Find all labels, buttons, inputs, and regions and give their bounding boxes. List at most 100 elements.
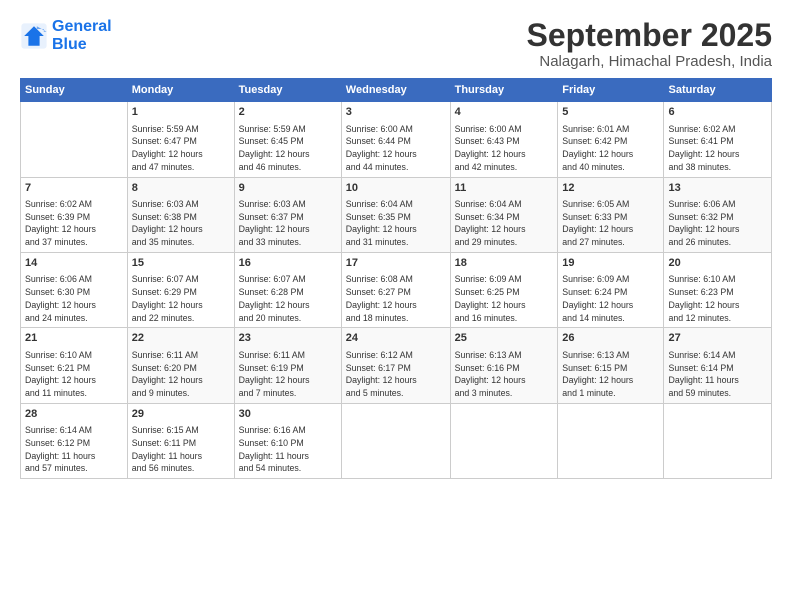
col-header-tuesday: Tuesday: [234, 79, 341, 102]
day-info: Sunrise: 6:06 AM Sunset: 6:32 PM Dayligh…: [668, 198, 767, 249]
calendar-cell: 29Sunrise: 6:15 AM Sunset: 6:11 PM Dayli…: [127, 403, 234, 478]
calendar-cell: 25 Sunrise: 6:13 AM Sunset: 6:16 PM Dayli…: [450, 328, 558, 403]
header-row: SundayMondayTuesdayWednesdayThursdayFrid…: [21, 79, 772, 102]
week-row-3: 14 Sunrise: 6:06 AM Sunset: 6:30 PM Dayli…: [21, 252, 772, 327]
calendar-cell: [341, 403, 450, 478]
day-number: 12: [562, 181, 659, 196]
day-number: 14: [25, 256, 123, 271]
day-number: 25: [455, 331, 554, 346]
calendar-cell: 30 Sunrise: 6:16 AM Sunset: 6:10 PM Dayli…: [234, 403, 341, 478]
calendar-cell: 7 Sunrise: 6:02 AM Sunset: 6:39 PM Daylig…: [21, 177, 128, 252]
calendar-cell: 19 Sunrise: 6:09 AM Sunset: 6:24 PM Dayli…: [558, 252, 664, 327]
page: General Blue September 2025 Nalagarh, Hi…: [0, 0, 792, 612]
calendar-cell: 4 Sunrise: 6:00 AM Sunset: 6:43 PM Daylig…: [450, 102, 558, 177]
day-info: Sunrise: 6:02 AM Sunset: 6:39 PM Dayligh…: [25, 198, 123, 249]
calendar-cell: 15Sunrise: 6:07 AM Sunset: 6:29 PM Dayli…: [127, 252, 234, 327]
calendar-cell: 28 Sunrise: 6:14 AM Sunset: 6:12 PM Dayli…: [21, 403, 128, 478]
day-info: Sunrise: 5:59 AM Sunset: 6:45 PM Dayligh…: [239, 123, 337, 174]
day-number: 6: [668, 105, 767, 120]
calendar-cell: 5 Sunrise: 6:01 AM Sunset: 6:42 PM Daylig…: [558, 102, 664, 177]
day-info: Sunrise: 6:00 AM Sunset: 6:43 PM Dayligh…: [455, 123, 554, 174]
calendar-cell: 8 Sunrise: 6:03 AM Sunset: 6:38 PM Daylig…: [127, 177, 234, 252]
calendar-cell: 3 Sunrise: 6:00 AM Sunset: 6:44 PM Daylig…: [341, 102, 450, 177]
calendar-cell: 13Sunrise: 6:06 AM Sunset: 6:32 PM Dayli…: [664, 177, 772, 252]
calendar-cell: 17 Sunrise: 6:08 AM Sunset: 6:27 PM Dayli…: [341, 252, 450, 327]
logo-icon: [20, 22, 48, 50]
calendar-cell: 6 Sunrise: 6:02 AM Sunset: 6:41 PM Daylig…: [664, 102, 772, 177]
calendar-cell: 12 Sunrise: 6:05 AM Sunset: 6:33 PM Dayli…: [558, 177, 664, 252]
col-header-sunday: Sunday: [21, 79, 128, 102]
day-info: Sunrise: 6:03 AM Sunset: 6:37 PM Dayligh…: [239, 198, 337, 249]
day-info: Sunrise: 6:13 AM Sunset: 6:16 PM Dayligh…: [455, 349, 554, 400]
day-info: Sunrise: 6:14 AM Sunset: 6:14 PM Dayligh…: [668, 349, 767, 400]
day-info: Sunrise: 6:00 AM Sunset: 6:44 PM Dayligh…: [346, 123, 446, 174]
calendar-cell: 20Sunrise: 6:10 AM Sunset: 6:23 PM Dayli…: [664, 252, 772, 327]
day-info: Sunrise: 6:15 AM Sunset: 6:11 PM Dayligh…: [132, 424, 230, 475]
calendar-table: SundayMondayTuesdayWednesdayThursdayFrid…: [20, 78, 772, 479]
day-number: 9: [239, 181, 337, 196]
day-info: Sunrise: 6:03 AM Sunset: 6:38 PM Dayligh…: [132, 198, 230, 249]
calendar-cell: 18 Sunrise: 6:09 AM Sunset: 6:25 PM Dayli…: [450, 252, 558, 327]
calendar-cell: [450, 403, 558, 478]
col-header-friday: Friday: [558, 79, 664, 102]
main-title: September 2025: [527, 18, 772, 53]
day-info: Sunrise: 6:10 AM Sunset: 6:21 PM Dayligh…: [25, 349, 123, 400]
day-info: Sunrise: 6:11 AM Sunset: 6:19 PM Dayligh…: [239, 349, 337, 400]
logo-line2: Blue: [52, 36, 87, 53]
day-number: 26: [562, 331, 659, 346]
calendar-cell: 26Sunrise: 6:13 AM Sunset: 6:15 PM Dayli…: [558, 328, 664, 403]
day-info: Sunrise: 6:05 AM Sunset: 6:33 PM Dayligh…: [562, 198, 659, 249]
day-info: Sunrise: 6:08 AM Sunset: 6:27 PM Dayligh…: [346, 273, 446, 324]
day-info: Sunrise: 6:04 AM Sunset: 6:35 PM Dayligh…: [346, 198, 446, 249]
title-block: September 2025 Nalagarh, Himachal Prades…: [527, 18, 772, 70]
day-number: 23: [239, 331, 337, 346]
day-number: 24: [346, 331, 446, 346]
day-info: Sunrise: 6:04 AM Sunset: 6:34 PM Dayligh…: [455, 198, 554, 249]
day-number: 11: [455, 181, 554, 196]
calendar-cell: 9 Sunrise: 6:03 AM Sunset: 6:37 PM Daylig…: [234, 177, 341, 252]
calendar-cell: 2 Sunrise: 5:59 AM Sunset: 6:45 PM Daylig…: [234, 102, 341, 177]
day-number: 30: [239, 407, 337, 422]
day-info: Sunrise: 6:01 AM Sunset: 6:42 PM Dayligh…: [562, 123, 659, 174]
col-header-saturday: Saturday: [664, 79, 772, 102]
subtitle: Nalagarh, Himachal Pradesh, India: [527, 53, 772, 70]
day-info: Sunrise: 6:07 AM Sunset: 6:28 PM Dayligh…: [239, 273, 337, 324]
col-header-wednesday: Wednesday: [341, 79, 450, 102]
day-info: Sunrise: 6:06 AM Sunset: 6:30 PM Dayligh…: [25, 273, 123, 324]
day-info: Sunrise: 6:14 AM Sunset: 6:12 PM Dayligh…: [25, 424, 123, 475]
calendar-cell: 11 Sunrise: 6:04 AM Sunset: 6:34 PM Dayli…: [450, 177, 558, 252]
day-info: Sunrise: 6:09 AM Sunset: 6:24 PM Dayligh…: [562, 273, 659, 324]
day-number: 4: [455, 105, 554, 120]
day-number: 28: [25, 407, 123, 422]
day-info: Sunrise: 6:02 AM Sunset: 6:41 PM Dayligh…: [668, 123, 767, 174]
logo-line1: General: [52, 18, 112, 35]
day-info: Sunrise: 6:11 AM Sunset: 6:20 PM Dayligh…: [132, 349, 230, 400]
day-number: 19: [562, 256, 659, 271]
day-number: 10: [346, 181, 446, 196]
day-info: Sunrise: 6:16 AM Sunset: 6:10 PM Dayligh…: [239, 424, 337, 475]
logo-text: General Blue: [52, 18, 112, 53]
calendar-cell: 14 Sunrise: 6:06 AM Sunset: 6:30 PM Dayli…: [21, 252, 128, 327]
day-info: Sunrise: 5:59 AM Sunset: 6:47 PM Dayligh…: [132, 123, 230, 174]
day-number: 18: [455, 256, 554, 271]
calendar-cell: 1 Sunrise: 5:59 AM Sunset: 6:47 PM Daylig…: [127, 102, 234, 177]
day-number: 27: [668, 331, 767, 346]
calendar-cell: [558, 403, 664, 478]
day-number: 21: [25, 331, 123, 346]
day-number: 16: [239, 256, 337, 271]
header: General Blue September 2025 Nalagarh, Hi…: [20, 18, 772, 70]
day-info: Sunrise: 6:10 AM Sunset: 6:23 PM Dayligh…: [668, 273, 767, 324]
calendar-cell: 16 Sunrise: 6:07 AM Sunset: 6:28 PM Dayli…: [234, 252, 341, 327]
day-info: Sunrise: 6:12 AM Sunset: 6:17 PM Dayligh…: [346, 349, 446, 400]
day-number: 17: [346, 256, 446, 271]
day-number: 22: [132, 331, 230, 346]
day-info: Sunrise: 6:09 AM Sunset: 6:25 PM Dayligh…: [455, 273, 554, 324]
day-number: 7: [25, 181, 123, 196]
day-number: 2: [239, 105, 337, 120]
week-row-5: 28 Sunrise: 6:14 AM Sunset: 6:12 PM Dayli…: [21, 403, 772, 478]
day-number: 1: [132, 105, 230, 120]
day-number: 5: [562, 105, 659, 120]
day-number: 3: [346, 105, 446, 120]
day-number: 8: [132, 181, 230, 196]
calendar-cell: 22 Sunrise: 6:11 AM Sunset: 6:20 PM Dayli…: [127, 328, 234, 403]
